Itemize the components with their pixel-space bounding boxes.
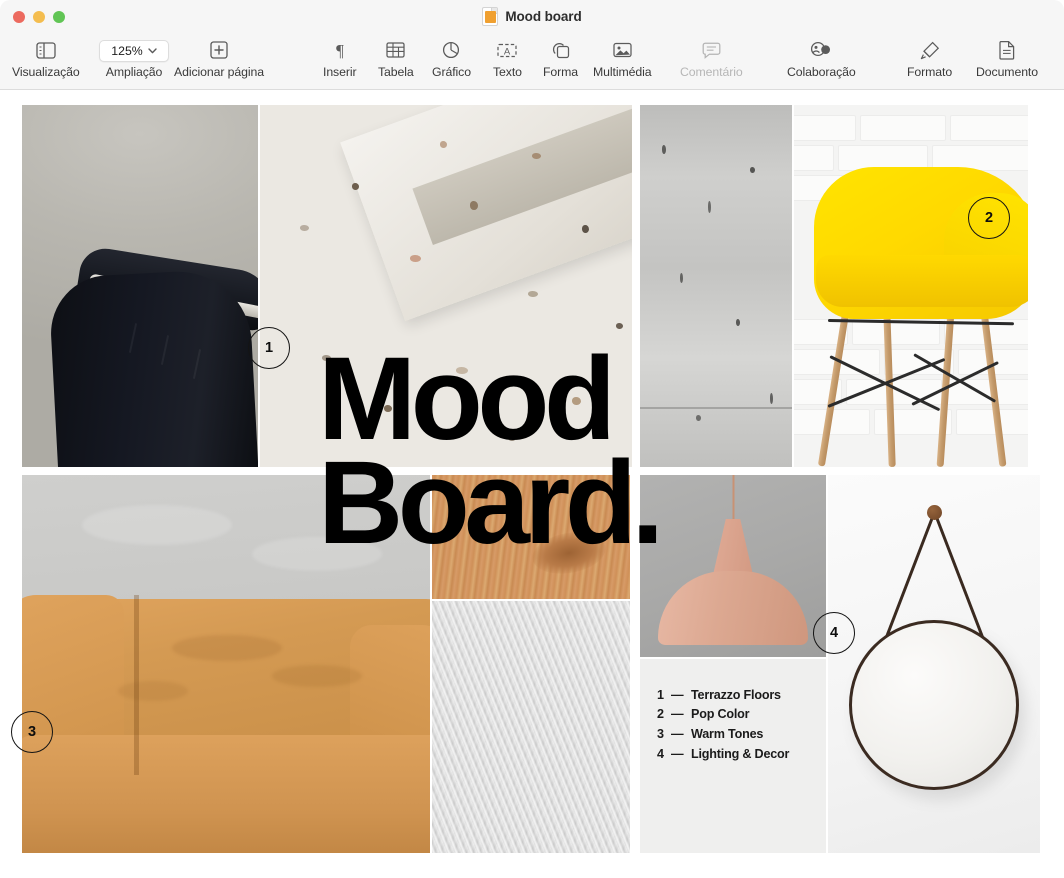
- toolbar-item-tabela[interactable]: Tabela: [378, 37, 414, 79]
- legend-label: Warm Tones: [691, 726, 764, 741]
- legend-dash: —: [671, 726, 684, 741]
- legend-label: Pop Color: [691, 707, 750, 722]
- document-icon: [999, 37, 1015, 63]
- toolbar-item-documento[interactable]: Documento: [976, 37, 1038, 79]
- toolbar-item-ampliacao[interactable]: 125% Ampliação: [99, 37, 169, 79]
- zoom-dropdown[interactable]: 125%: [99, 37, 169, 63]
- legend-dash: —: [671, 687, 684, 702]
- toolbar-item-multimedia[interactable]: Multimédia: [593, 37, 652, 79]
- toolbar-label-documento: Documento: [976, 65, 1038, 79]
- mirror-glass: [849, 620, 1019, 790]
- wood-knot: [529, 526, 609, 580]
- shape-icon: [551, 37, 570, 63]
- title-bar: Mood board: [0, 0, 1064, 33]
- toolbar-label-ampliacao: Ampliação: [105, 65, 163, 79]
- image-black-leather-chair[interactable]: [22, 105, 258, 467]
- callout-badge-2[interactable]: 2: [968, 197, 1010, 239]
- sofa-seat-cushion: [22, 735, 430, 853]
- comment-icon: [702, 37, 721, 63]
- lamp-shade: [658, 571, 808, 645]
- legend-dash: —: [671, 746, 684, 761]
- toolbar-item-inserir[interactable]: ¶ Inserir: [323, 37, 357, 79]
- chair-body: [48, 267, 258, 467]
- toolbar-label-colaboracao: Colaboração: [787, 65, 856, 79]
- table-icon: [386, 37, 405, 63]
- quadrant-bottom-right: 1 — Terrazzo Floors 2 — Pop Color 3 — Wa…: [640, 475, 1042, 853]
- slide-page[interactable]: 1 — Terrazzo Floors 2 — Pop Color 3 — Wa…: [11, 105, 1042, 865]
- legend-label: Terrazzo Floors: [691, 687, 781, 702]
- legend-item: 4 — Lighting & Decor: [657, 744, 789, 764]
- image-concrete-wall[interactable]: [640, 105, 792, 467]
- toolbar-label-forma: Forma: [543, 65, 579, 79]
- pilcrow-icon: ¶: [333, 37, 347, 63]
- toolbar-label-formato: Formato: [907, 65, 953, 79]
- toolbar-item-formato[interactable]: Formato: [907, 37, 952, 79]
- collaborate-icon: [810, 37, 832, 63]
- toolbar-label-texto: Texto: [493, 65, 522, 79]
- callout-badge-3[interactable]: 3: [11, 711, 53, 753]
- format-brush-icon: [920, 37, 940, 63]
- lamp-cone: [713, 519, 753, 575]
- legend-number: 4: [657, 746, 664, 761]
- chevron-down-icon: [148, 47, 157, 53]
- image-yellow-eames-chair[interactable]: [794, 105, 1028, 467]
- toolbar-item-colaboracao[interactable]: Colaboração: [787, 37, 856, 79]
- zoom-value: 125%: [111, 43, 143, 58]
- legend-item: 3 — Warm Tones: [657, 724, 789, 744]
- legend-item: 2 — Pop Color: [657, 705, 789, 725]
- image-pink-pendant-lamp[interactable]: [640, 475, 826, 657]
- toolbar-item-comentario: Comentário: [680, 37, 743, 79]
- image-tan-leather-sofa[interactable]: [22, 475, 430, 853]
- legend-number: 1: [657, 687, 664, 702]
- chair-seat: [816, 255, 1028, 307]
- legend-label: Lighting & Decor: [691, 746, 790, 761]
- wall-peg: [926, 505, 942, 520]
- legend-list: 1 — Terrazzo Floors 2 — Pop Color 3 — Wa…: [657, 685, 789, 763]
- toolbar: Visualização 125% Ampliação Adicionar pá…: [0, 33, 1064, 90]
- image-terrazzo-slab[interactable]: [260, 105, 632, 467]
- legend-number: 2: [657, 707, 664, 722]
- quadrant-bottom-left: [22, 475, 632, 853]
- window-title: Mood board: [505, 9, 582, 24]
- toolbar-item-texto[interactable]: A Texto: [493, 37, 522, 79]
- toolbar-label-multimedia: Multimédia: [593, 65, 652, 79]
- legend-number: 3: [657, 726, 664, 741]
- lamp-cord: [732, 475, 735, 521]
- toolbar-label-adicionar-pagina: Adicionar página: [174, 65, 265, 79]
- callout-badge-4[interactable]: 4: [813, 612, 855, 654]
- sidebar-icon: [36, 37, 56, 63]
- toolbar-label-comentario: Comentário: [680, 65, 743, 79]
- callout-badge-1[interactable]: 1: [248, 327, 290, 369]
- toolbar-item-adicionar-pagina[interactable]: Adicionar página: [174, 37, 264, 79]
- image-round-hanging-mirror[interactable]: [828, 475, 1040, 853]
- pie-chart-icon: [442, 37, 460, 63]
- toolbar-label-grafico: Gráfico: [432, 65, 471, 79]
- zoom-select[interactable]: 125%: [99, 39, 169, 62]
- legend-item: 1 — Terrazzo Floors: [657, 685, 789, 705]
- document-canvas[interactable]: 1 — Terrazzo Floors 2 — Pop Color 3 — Wa…: [0, 91, 1064, 878]
- pages-document-icon: [482, 7, 499, 26]
- legend-panel: 1 — Terrazzo Floors 2 — Pop Color 3 — Wa…: [640, 659, 826, 853]
- add-page-icon: [210, 37, 228, 63]
- image-wood-grain[interactable]: [432, 475, 630, 599]
- toolbar-label-tabela: Tabela: [378, 65, 414, 79]
- toolbar-item-forma[interactable]: Forma: [543, 37, 578, 79]
- toolbar-label-inserir: Inserir: [323, 65, 357, 79]
- toolbar-label-visualizacao: Visualização: [12, 65, 80, 79]
- quadrant-top-right: [640, 105, 1042, 467]
- quadrant-top-left: [22, 105, 632, 467]
- toolbar-item-grafico[interactable]: Gráfico: [432, 37, 471, 79]
- toolbar-item-visualizacao[interactable]: Visualização: [12, 37, 80, 79]
- text-box-icon: A: [497, 37, 518, 63]
- image-grey-faux-fur[interactable]: [432, 601, 630, 853]
- keynote-window: Mood board Visualização 125% Ampliação A…: [0, 0, 1064, 878]
- media-icon: [613, 37, 632, 63]
- svg-text:¶: ¶: [336, 41, 344, 59]
- svg-text:A: A: [504, 46, 511, 57]
- legend-dash: —: [671, 707, 684, 722]
- window-title-group: Mood board: [0, 0, 1064, 33]
